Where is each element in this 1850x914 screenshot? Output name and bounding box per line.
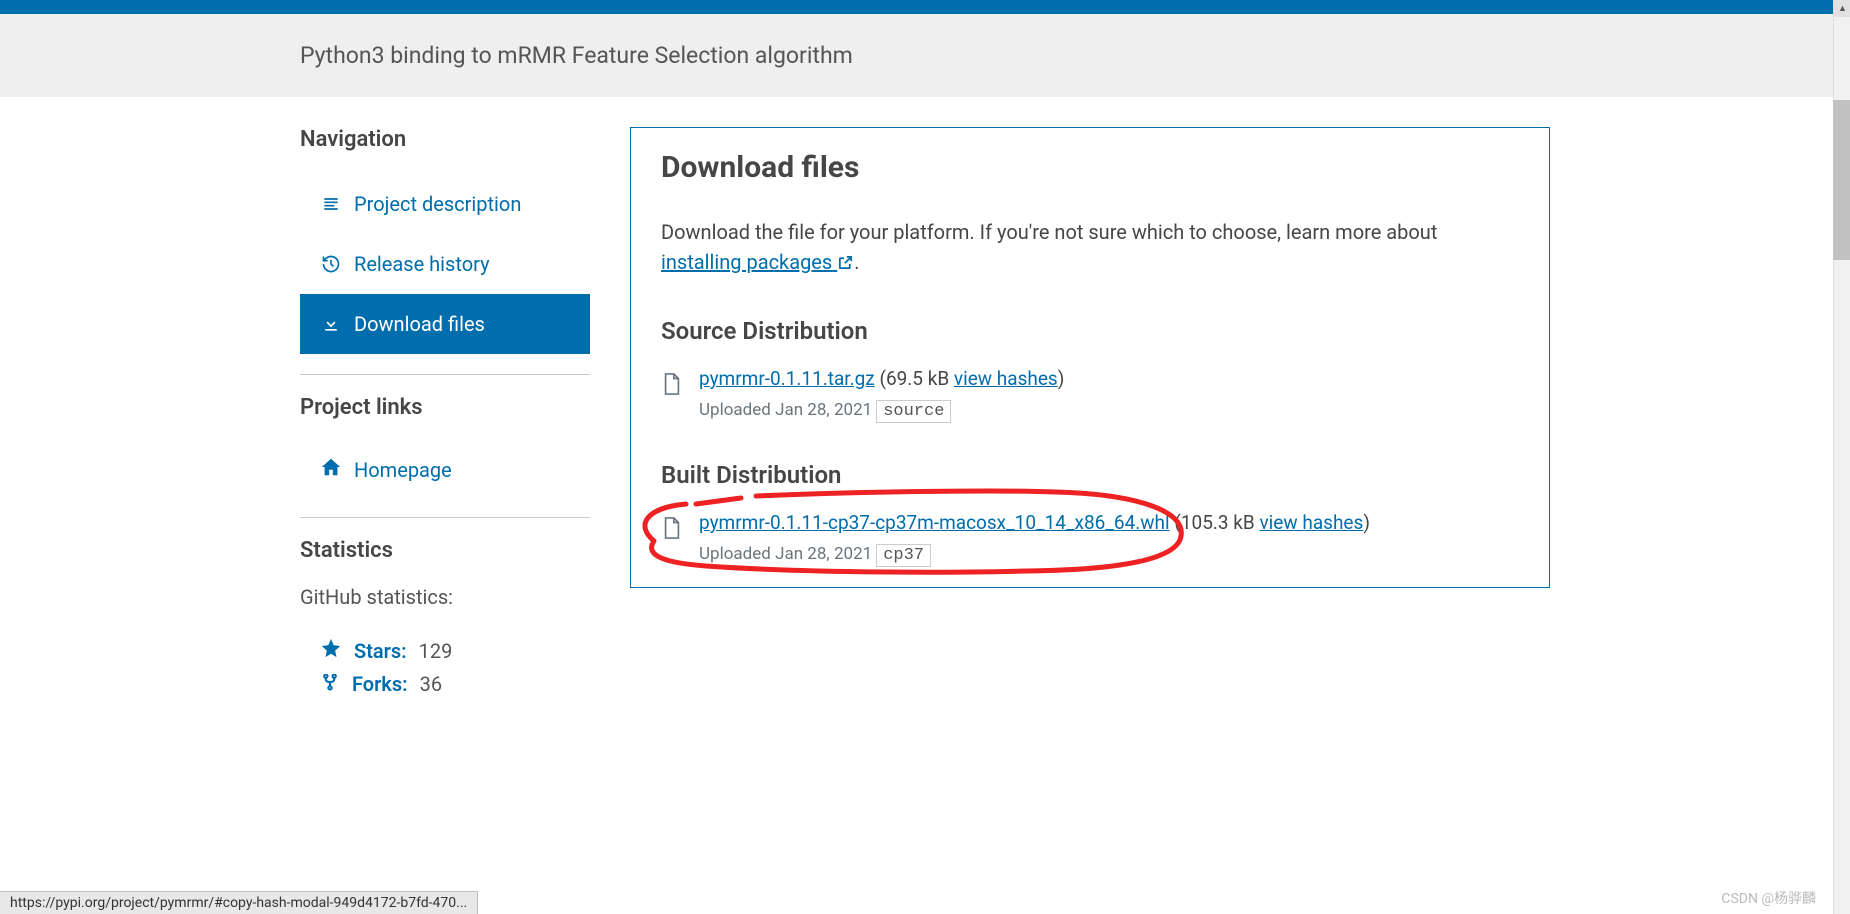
source-tag: source (876, 400, 951, 423)
built-file-meta: Uploaded Jan 28, 2021cp37 (699, 544, 1370, 565)
github-statistics-label: GitHub statistics: (300, 585, 590, 609)
description-icon (320, 193, 342, 215)
file-icon (661, 515, 683, 541)
stat-stars[interactable]: Stars: 129 (300, 627, 590, 674)
nav-item-label: Release history (354, 252, 490, 276)
stars-value: 129 (419, 639, 453, 663)
sidebar: Navigation Project description Release h… (300, 127, 630, 694)
built-distribution-heading: Built Distribution (661, 461, 1519, 489)
project-links-heading: Project links (300, 395, 590, 420)
source-file-line: pymrmr-0.1.11.tar.gz (69.5 kB view hashe… (699, 367, 1064, 390)
scroll-up-button[interactable]: ▲ (1834, 0, 1850, 17)
source-file-entry: pymrmr-0.1.11.tar.gz (69.5 kB view hashe… (661, 367, 1519, 421)
nav-release-history[interactable]: Release history (300, 234, 590, 294)
source-file-link[interactable]: pymrmr-0.1.11.tar.gz (699, 367, 875, 390)
stat-forks[interactable]: Forks: 36 (300, 674, 590, 694)
home-icon (320, 456, 342, 483)
view-hashes-link[interactable]: view hashes (1259, 511, 1363, 534)
navigation-list: Project description Release history Down… (300, 174, 590, 354)
nav-item-label: Project description (354, 192, 521, 216)
nav-download-files[interactable]: Download files (300, 294, 590, 354)
content-heading: Download files (661, 150, 1519, 185)
source-file-meta: Uploaded Jan 28, 2021source (699, 400, 1064, 421)
top-brand-bar (0, 0, 1850, 14)
link-label: Homepage (354, 458, 452, 482)
external-link-icon (837, 254, 854, 271)
watermark: CSDN @杨骅麟 (1721, 888, 1816, 908)
cp37-tag: cp37 (876, 544, 931, 567)
download-icon (320, 313, 342, 335)
navigation-heading: Navigation (300, 127, 590, 152)
nav-item-label: Download files (354, 312, 485, 336)
package-summary: Python3 binding to mRMR Feature Selectio… (300, 42, 1550, 69)
fork-icon (320, 674, 340, 694)
file-icon (661, 371, 683, 397)
forks-value: 36 (420, 674, 442, 694)
forks-label: Forks: (352, 674, 408, 694)
star-icon (320, 637, 342, 664)
history-icon (320, 253, 342, 275)
stars-label: Stars: (354, 639, 407, 663)
built-file-line: pymrmr-0.1.11-cp37-cp37m-macosx_10_14_x8… (699, 511, 1370, 534)
browser-status-bar: https://pypi.org/project/pymrmr/#copy-ha… (0, 891, 478, 914)
scroll-thumb[interactable] (1833, 100, 1850, 260)
installing-packages-link[interactable]: installing packages (661, 250, 854, 274)
scrollbar[interactable]: ▲ (1833, 0, 1850, 914)
divider (300, 374, 590, 375)
summary-bar: Python3 binding to mRMR Feature Selectio… (0, 14, 1850, 97)
divider (300, 517, 590, 518)
homepage-link[interactable]: Homepage (300, 442, 590, 497)
intro-text: Download the file for your platform. If … (661, 217, 1519, 277)
source-distribution-heading: Source Distribution (661, 317, 1519, 345)
statistics-heading: Statistics (300, 538, 590, 563)
download-files-panel: Download files Download the file for you… (630, 127, 1550, 588)
built-file-entry: pymrmr-0.1.11-cp37-cp37m-macosx_10_14_x8… (661, 511, 1519, 565)
nav-project-description[interactable]: Project description (300, 174, 590, 234)
view-hashes-link[interactable]: view hashes (954, 367, 1058, 390)
main-content: Download files Download the file for you… (630, 127, 1550, 694)
built-file-link[interactable]: pymrmr-0.1.11-cp37-cp37m-macosx_10_14_x8… (699, 511, 1170, 534)
